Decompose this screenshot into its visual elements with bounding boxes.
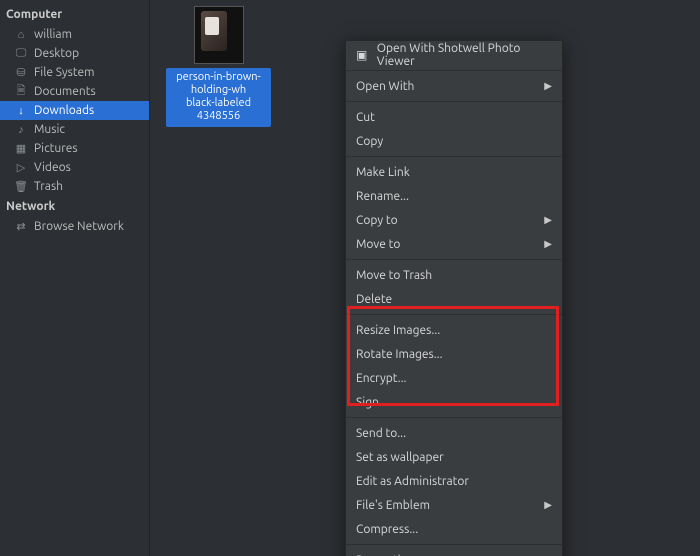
menu-item-label: Compress...	[356, 523, 418, 536]
sidebar-item-william[interactable]: ⌂ william	[0, 25, 149, 44]
menu-item-label: Copy to	[356, 214, 398, 227]
sidebar-item-downloads[interactable]: ↓ Downloads	[0, 101, 149, 120]
pictures-icon: ▦	[14, 142, 28, 156]
menu-item-properties[interactable]: Properties	[346, 548, 562, 556]
menu-item-label: Set as wallpaper	[356, 451, 444, 464]
submenu-arrow-icon: ▶	[544, 214, 552, 226]
sidebar-item-pictures[interactable]: ▦ Pictures	[0, 139, 149, 158]
drive-icon: ⛁	[14, 66, 28, 80]
menu-separator	[346, 417, 562, 418]
documents-icon: 🗎	[14, 85, 28, 99]
sidebar-group-header: Network	[0, 196, 149, 217]
sidebar-item-label: Browse Network	[34, 220, 124, 233]
sidebar-group-header: Computer	[0, 4, 149, 25]
menu-item-label: Rename...	[356, 190, 409, 203]
file-caption-line: black-labeled	[186, 97, 251, 109]
sidebar-item-label: Trash	[34, 180, 63, 193]
file-caption-line: holding-wh	[191, 84, 246, 96]
sidebar-item-browse-network[interactable]: ⇄ Browse Network	[0, 217, 149, 236]
sidebar-item-file-system[interactable]: ⛁ File System	[0, 63, 149, 82]
context-menu: ▣ Open With Shotwell Photo Viewer Open Wit…	[345, 40, 563, 556]
menu-item-label: Send to...	[356, 427, 406, 440]
menu-item-send-to[interactable]: Send to...	[346, 421, 562, 445]
menu-item-label: Cut	[356, 111, 375, 124]
menu-item-copy[interactable]: Copy	[346, 129, 562, 153]
menu-item-encrypt[interactable]: Encrypt...	[346, 366, 562, 390]
menu-item-make-link[interactable]: Make Link	[346, 160, 562, 184]
sidebar-item-label: Videos	[34, 161, 71, 174]
menu-separator	[346, 70, 562, 71]
trash-icon: 🗑	[14, 180, 28, 194]
file-item[interactable]: person-in-brown- holding-wh black-labele…	[166, 6, 271, 127]
sidebar-item-documents[interactable]: 🗎 Documents	[0, 82, 149, 101]
menu-separator	[346, 314, 562, 315]
sidebar-item-label: Documents	[34, 85, 96, 98]
file-caption-line: person-in-brown-	[176, 71, 261, 83]
menu-item-rename[interactable]: Rename...	[346, 184, 562, 208]
menu-item-label: Open With Shotwell Photo Viewer	[377, 42, 544, 68]
sidebar-item-label: Downloads	[34, 104, 94, 117]
submenu-arrow-icon: ▶	[544, 238, 552, 250]
menu-separator	[346, 101, 562, 102]
menu-item-label: Make Link	[356, 166, 410, 179]
sidebar-item-label: Desktop	[34, 47, 79, 60]
file-caption-line: 4348556	[197, 110, 240, 122]
menu-item-cut[interactable]: Cut	[346, 105, 562, 129]
file-thumbnail	[194, 6, 244, 64]
downloads-icon: ↓	[14, 104, 28, 118]
menu-item-label: Delete	[356, 293, 392, 306]
menu-item-compress[interactable]: Compress...	[346, 517, 562, 541]
menu-item-file-s-emblem[interactable]: File's Emblem ▶	[346, 493, 562, 517]
submenu-arrow-icon: ▶	[544, 80, 552, 92]
sidebar-item-label: File System	[34, 66, 95, 79]
menu-item-label: Move to	[356, 238, 400, 251]
sidebar-item-music[interactable]: ♪ Music	[0, 120, 149, 139]
menu-item-delete[interactable]: Delete	[346, 287, 562, 311]
menu-item-open-with[interactable]: Open With ▶	[346, 74, 562, 98]
menu-item-set-as-wallpaper[interactable]: Set as wallpaper	[346, 445, 562, 469]
menu-item-label: Move to Trash	[356, 269, 432, 282]
file-caption: person-in-brown- holding-wh black-labele…	[166, 68, 271, 127]
menu-item-label: Sign	[356, 396, 379, 409]
menu-item-move-to-trash[interactable]: Move to Trash	[346, 263, 562, 287]
menu-separator	[346, 544, 562, 545]
sidebar: Computer ⌂ william 🖵 Desktop ⛁ File System 🗎 Doc…	[0, 0, 150, 556]
shotwell-icon: ▣	[356, 48, 369, 62]
desktop-icon: 🖵	[14, 47, 28, 61]
file-manager: Computer ⌂ william 🖵 Desktop ⛁ File System 🗎 Doc…	[0, 0, 700, 556]
sidebar-item-desktop[interactable]: 🖵 Desktop	[0, 44, 149, 63]
menu-separator	[346, 156, 562, 157]
menu-item-move-to[interactable]: Move to ▶	[346, 232, 562, 256]
file-pane[interactable]: person-in-brown- holding-wh black-labele…	[150, 0, 700, 556]
videos-icon: ▷	[14, 161, 28, 175]
menu-item-edit-as-administrator[interactable]: Edit as Administrator	[346, 469, 562, 493]
sidebar-item-label: william	[34, 28, 72, 41]
menu-item-label: Resize Images...	[356, 324, 440, 337]
sidebar-item-label: Music	[34, 123, 65, 136]
menu-item-label: Encrypt...	[356, 372, 407, 385]
menu-separator	[346, 259, 562, 260]
music-icon: ♪	[14, 123, 28, 137]
submenu-arrow-icon: ▶	[544, 499, 552, 511]
menu-item-copy-to[interactable]: Copy to ▶	[346, 208, 562, 232]
menu-item-label: Edit as Administrator	[356, 475, 469, 488]
sidebar-item-trash[interactable]: 🗑 Trash	[0, 177, 149, 196]
menu-item-label: Open With	[356, 80, 414, 93]
menu-item-label: File's Emblem	[356, 499, 430, 512]
menu-item-label: Rotate Images...	[356, 348, 443, 361]
sidebar-item-label: Pictures	[34, 142, 78, 155]
menu-item-rotate-images[interactable]: Rotate Images...	[346, 342, 562, 366]
menu-item-resize-images[interactable]: Resize Images...	[346, 318, 562, 342]
menu-item-label: Copy	[356, 135, 383, 148]
home-icon: ⌂	[14, 28, 28, 42]
menu-item-open-with-shotwell-photo-viewer[interactable]: ▣ Open With Shotwell Photo Viewer	[346, 43, 562, 67]
sidebar-item-videos[interactable]: ▷ Videos	[0, 158, 149, 177]
network-icon: ⇄	[14, 220, 28, 234]
menu-item-sign[interactable]: Sign	[346, 390, 562, 414]
